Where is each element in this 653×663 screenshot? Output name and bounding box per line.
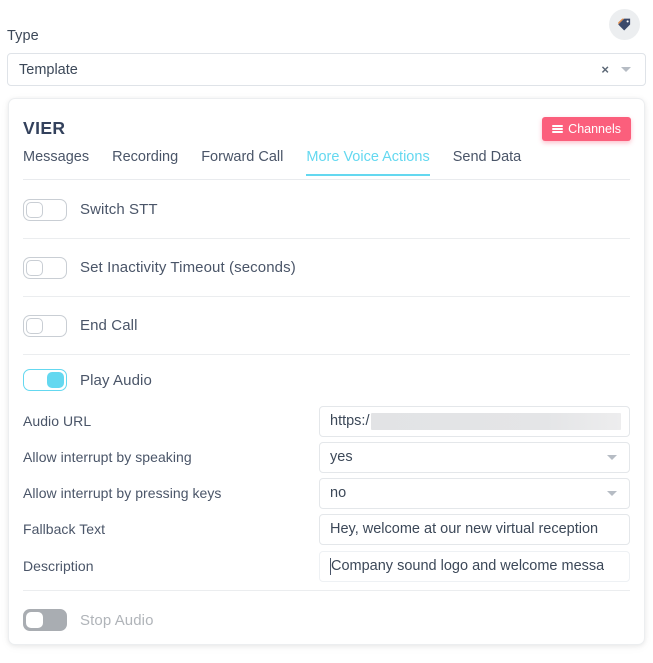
row-fallback-text: Fallback Text Hey, welcome at our new vi… [23, 511, 630, 547]
row-switch-stt: Switch STT [23, 181, 630, 239]
label-play-audio: Play Audio [80, 371, 152, 389]
type-select[interactable]: Template × [7, 53, 646, 86]
chevron-down-icon[interactable] [621, 67, 631, 72]
description-value: Company sound logo and welcome messa [331, 558, 605, 574]
fallback-text-value: Hey, welcome at our new virtual receptio… [330, 521, 599, 537]
toggle-knob [26, 259, 43, 276]
row-end-call: End Call [23, 297, 630, 355]
label-set-inactivity-timeout: Set Inactivity Timeout (seconds) [80, 259, 296, 276]
input-description[interactable]: Company sound logo and welcome messa [319, 550, 630, 582]
row-stop-audio: Stop Audio [23, 591, 630, 644]
allow-interrupt-keys-value: no [330, 485, 347, 501]
label-end-call: End Call [80, 317, 138, 334]
clear-icon[interactable]: × [595, 63, 615, 76]
label-allow-interrupt-speaking: Allow interrupt by speaking [23, 449, 192, 465]
row-description: Description Company sound logo and welco… [23, 548, 630, 584]
allow-interrupt-speaking-value: yes [330, 449, 353, 465]
channels-button[interactable]: Channels [542, 117, 631, 141]
tab-send-data[interactable]: Send Data [453, 149, 522, 176]
input-fallback-text[interactable]: Hey, welcome at our new virtual receptio… [319, 513, 630, 545]
label-allow-interrupt-keys: Allow interrupt by pressing keys [23, 485, 222, 501]
tag-button[interactable] [609, 9, 640, 40]
channels-button-label: Channels [568, 122, 621, 136]
toggle-set-inactivity-timeout[interactable] [23, 256, 67, 279]
toggle-end-call[interactable] [23, 314, 67, 337]
row-set-inactivity-timeout: Set Inactivity Timeout (seconds) [23, 239, 630, 297]
label-stop-audio: Stop Audio [80, 611, 154, 629]
tab-recording[interactable]: Recording [112, 149, 178, 176]
select-allow-interrupt-speaking[interactable]: yes [319, 441, 630, 473]
toggle-knob [26, 317, 43, 334]
toggle-knob [26, 201, 43, 218]
type-label: Type [7, 28, 39, 44]
label-fallback-text: Fallback Text [23, 521, 106, 537]
toggle-stop-audio [23, 609, 67, 631]
label-audio-url: Audio URL [23, 413, 92, 429]
row-allow-interrupt-speaking: Allow interrupt by speaking yes [23, 439, 630, 475]
toggle-play-audio[interactable] [23, 369, 67, 391]
row-audio-url: Audio URL https:/ [23, 403, 630, 439]
toggle-knob [26, 612, 43, 628]
type-select-value: Template [19, 61, 78, 78]
chevron-down-icon [607, 454, 617, 460]
hamburger-menu-icon [552, 125, 564, 133]
row-allow-interrupt-keys: Allow interrupt by pressing keys no [23, 475, 630, 511]
tab-forward-call[interactable]: Forward Call [201, 149, 283, 176]
select-allow-interrupt-keys[interactable]: no [319, 477, 630, 509]
voice-actions-card: VIER Channels Messages Recording Forward… [8, 98, 645, 645]
tab-bar: Messages Recording Forward Call More Voi… [23, 149, 630, 180]
label-switch-stt: Switch STT [80, 201, 158, 218]
card-title: VIER [23, 118, 66, 138]
tag-icon [617, 17, 632, 32]
toggle-switch-stt[interactable] [23, 198, 67, 221]
redacted-url-mask [370, 412, 621, 430]
tab-more-voice-actions[interactable]: More Voice Actions [306, 149, 430, 176]
input-audio-url[interactable]: https:/ [319, 405, 630, 437]
label-description: Description [23, 558, 94, 574]
row-play-audio: Play Audio [23, 355, 630, 405]
chevron-down-icon [607, 490, 617, 496]
tab-messages[interactable]: Messages [23, 149, 89, 176]
toggle-knob [47, 372, 64, 388]
audio-url-value: https:/ [330, 413, 370, 429]
settings-list: Switch STT Set Inactivity Timeout (secon… [9, 181, 644, 644]
app-root: Type Template × VIER Channels Messages R… [0, 0, 653, 663]
